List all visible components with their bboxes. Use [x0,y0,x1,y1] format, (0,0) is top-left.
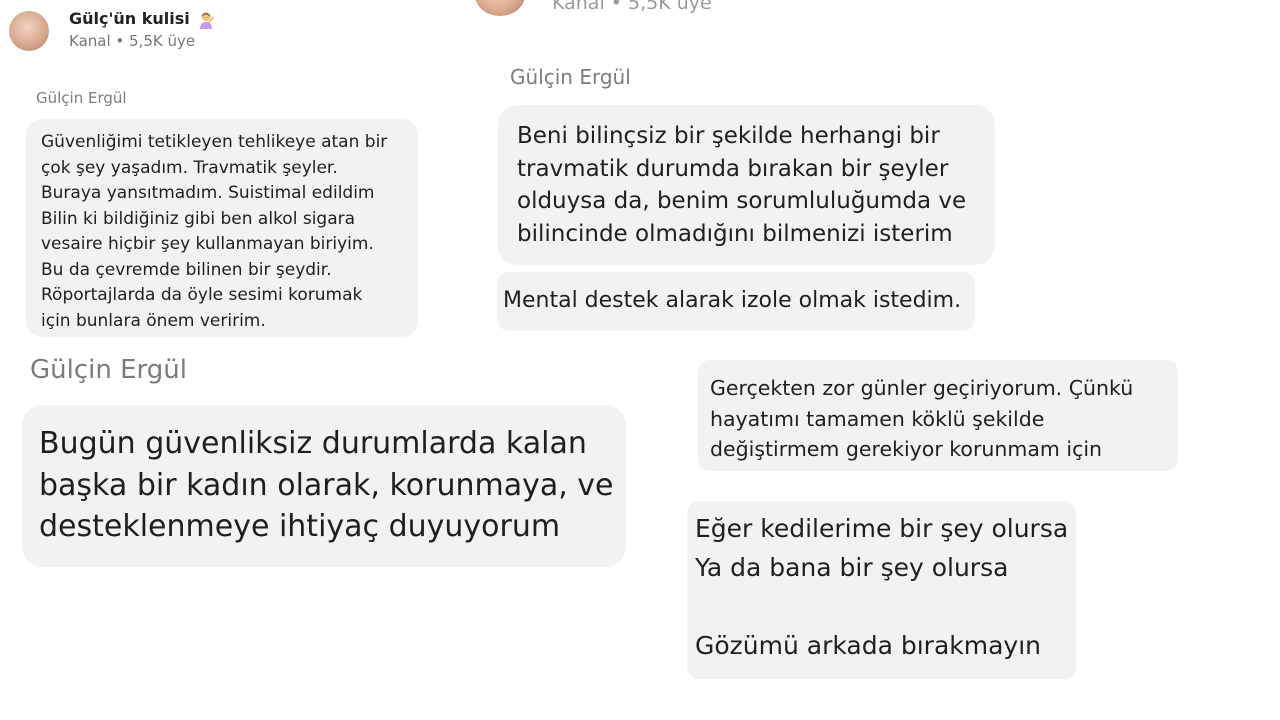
message-line: Güvenliğimi tetikleyen tehlikeye atan bi… [41,132,388,152]
sender-name: Gülçin Ergül [510,65,631,89]
message-line: Bu da çevremde bilinen bir şeydir. [41,259,332,280]
message-line: başka bir kadın olarak, korunmaya, ve [39,467,614,503]
channel-avatar[interactable] [9,11,49,51]
message-line: bilincinde olmadığını bilmenizi isterim [517,220,953,247]
message-line: travmatik durumda bırakan bir şeyler [517,155,949,182]
message-bubble: Beni bilinçsiz bir şekilde herhangi bir … [498,105,995,265]
message-line: Beni bilinçsiz bir şekilde herhangi bir [517,123,940,149]
message-line: Gözümü arkada bırakmayın [695,631,1042,660]
sender-name: Gülçin Ergül [36,89,127,107]
message-line: desteklenmeye ihtiyaç duyuyorum [39,509,561,544]
message-line: olduysa da, benim sorumluluğumda ve [517,188,967,214]
message-line: Röportajlarda da öyle sesimi korumak [41,285,363,305]
person-gesturing-emoji-icon [200,12,215,29]
message-bubble: Gerçekten zor günler geçiriyorum. Çünkü … [698,360,1178,471]
message-line: Gerçekten zor günler geçiriyorum. Çünkü [710,376,1134,400]
message-line: ​ [695,587,1076,626]
message-line: Buraya yansıtmadım. Suistimal edildim [41,183,375,203]
channel-name: Gülç'ün kulisi [69,9,190,28]
channel-meta-cut: Kanal • 5,5K üye [552,0,712,14]
channel-avatar-cut[interactable] [475,0,525,16]
message-bubble: Bugün güvenliksiz durumlarda kalan başka… [22,405,626,567]
message-line: Bilin ki bildiğiniz gibi ben alkol sigar… [41,208,356,229]
message-line: değiştirmem gerekiyor korunmam için [710,437,1103,461]
message-bubble: Güvenliğimi tetikleyen tehlikeye atan bi… [26,119,418,337]
message-bubble: Eğer kedilerime bir şey olursa Ya da ban… [687,501,1076,679]
message-line: Mental destek alarak izole olmak istedim… [503,288,962,313]
message-bubble: Mental destek alarak izole olmak istedim… [497,272,975,331]
message-line: Ya da bana bir şey olursa [695,553,1009,582]
message-line: vesaire hiçbir şey kullanmayan biriyim. [41,234,374,254]
message-line: için bunlara önem veririm. [41,310,266,331]
sender-name: Gülçin Ergül [30,355,187,385]
message-line: hayatımı tamamen köklü şekilde [710,406,1045,431]
channel-title[interactable]: Gülç'ün kulisi [69,9,215,29]
message-line: Eğer kedilerime bir şey olursa [695,514,1069,543]
message-line: Bugün güvenliksiz durumlarda kalan [39,426,587,461]
message-line: çok şey yaşadım. Travmatik şeyler. [41,157,338,178]
channel-meta: Kanal • 5,5K üye [69,32,196,50]
